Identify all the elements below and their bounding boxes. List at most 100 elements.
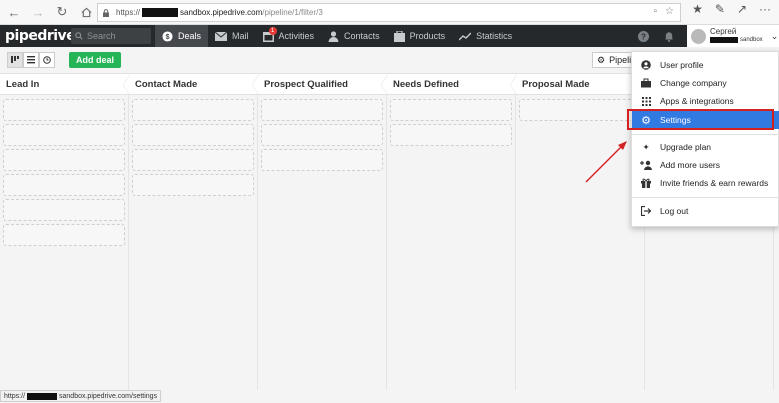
stage-header: Needs Defined xyxy=(387,74,517,95)
add-user-icon xyxy=(640,160,652,170)
menu-item-add-more-users[interactable]: Add more users xyxy=(632,156,779,174)
url-prefix: https:// xyxy=(116,8,141,17)
lock-icon xyxy=(103,8,109,17)
user-circle-icon xyxy=(640,60,652,70)
menu-item-apps-integrations[interactable]: Apps & integrations xyxy=(632,92,779,110)
pipeline-view-icon[interactable] xyxy=(7,52,23,68)
deal-drop-slot[interactable] xyxy=(3,149,125,171)
search-placeholder: Search xyxy=(87,31,116,41)
nav-contacts-label: Contacts xyxy=(344,31,380,41)
stage-header: Proposal Made xyxy=(516,74,646,95)
pipeline-selector[interactable]: ⚙ Pipeline xyxy=(592,52,636,68)
box-icon xyxy=(393,30,405,42)
nav-activities[interactable]: 1 Activities xyxy=(256,25,322,47)
dollar-icon: $ xyxy=(162,30,173,42)
url-host: sandbox.pipedrive.com xyxy=(180,8,263,17)
deal-drop-slot[interactable] xyxy=(3,99,125,121)
menu-item-label: Change company xyxy=(660,78,727,88)
screen: { "browser": { "url_prefix": "https://",… xyxy=(0,0,779,403)
menu-item-label: Invite friends & earn rewards xyxy=(660,178,769,188)
user-menu-trigger[interactable]: Сергей sandbox ⌄ xyxy=(687,25,779,47)
pen-icon[interactable]: ✎ xyxy=(715,2,725,16)
nav-products[interactable]: Products xyxy=(387,25,453,47)
nav-products-label: Products xyxy=(409,31,446,41)
deal-drop-slot[interactable] xyxy=(132,174,254,196)
menu-item-label: Log out xyxy=(660,206,689,216)
grid-icon xyxy=(640,96,652,106)
deal-drop-slot[interactable] xyxy=(3,224,125,246)
redacted-block xyxy=(27,392,58,400)
trend-icon xyxy=(459,32,472,41)
deal-drop-slot[interactable] xyxy=(3,199,125,221)
redacted-block xyxy=(710,37,738,43)
deal-drop-slot[interactable] xyxy=(132,124,254,146)
nav-activities-label: Activities xyxy=(278,31,315,41)
stage-column xyxy=(0,95,129,390)
bell-icon[interactable] xyxy=(661,28,677,44)
refresh-icon[interactable]: ↻ xyxy=(52,2,72,22)
stage-header: Contact Made xyxy=(129,74,259,95)
nav-mail[interactable]: Mail xyxy=(208,25,256,47)
help-icon[interactable]: ? xyxy=(635,28,651,44)
menu-item-change-company[interactable]: Change company xyxy=(632,74,779,92)
address-bar[interactable]: https:// sandbox.pipedrive.com /pipeline… xyxy=(97,3,681,22)
menu-item-log-out[interactable]: Log out xyxy=(632,202,779,220)
deal-drop-slot[interactable] xyxy=(3,174,125,196)
status-url-prefix: https:// xyxy=(4,392,26,400)
annotation-arrow-icon xyxy=(585,141,627,183)
deal-drop-slot[interactable] xyxy=(3,124,125,146)
favorites-bar-icon[interactable]: ★ xyxy=(692,2,703,16)
forecast-view-icon[interactable] xyxy=(39,52,55,68)
search-input[interactable]: Search xyxy=(71,28,151,44)
deal-drop-slot[interactable] xyxy=(132,149,254,171)
list-view-icon[interactable] xyxy=(23,52,39,68)
menu-item-label: Apps & integrations xyxy=(660,96,734,106)
logout-icon xyxy=(640,206,652,216)
menu-item-label: User profile xyxy=(660,60,704,70)
gear-icon: ⚙ xyxy=(597,54,606,65)
nav-deals-label: Deals xyxy=(178,31,202,41)
reader-view-icon[interactable]: ▫ xyxy=(653,6,657,17)
user-dropdown-menu: User profile Change company Apps & integ… xyxy=(631,51,779,227)
redacted-block xyxy=(142,8,179,17)
nav-deals[interactable]: $ Deals xyxy=(155,25,209,47)
deal-drop-slot[interactable] xyxy=(390,124,512,146)
menu-item-label: Upgrade plan xyxy=(660,142,712,152)
sparkle-icon: ✦ xyxy=(642,141,650,152)
menu-item-user-profile[interactable]: User profile xyxy=(632,56,779,74)
deal-drop-slot[interactable] xyxy=(261,99,383,121)
menu-item-invite-friends[interactable]: Invite friends & earn rewards xyxy=(632,174,779,192)
nav-contacts[interactable]: Contacts xyxy=(321,25,387,47)
stage-column xyxy=(387,95,516,390)
share-icon[interactable]: ↗ xyxy=(737,2,747,16)
stage-column xyxy=(258,95,387,390)
home-icon[interactable] xyxy=(76,2,96,22)
nav-statistics[interactable]: Statistics xyxy=(452,25,519,47)
main-nav: $ Deals Mail 1 Activities Contacts Produ… xyxy=(155,25,519,47)
deal-drop-slot[interactable] xyxy=(261,149,383,171)
activities-badge: 1 xyxy=(268,27,277,35)
view-switcher xyxy=(7,52,55,68)
mail-icon xyxy=(215,31,228,41)
search-icon xyxy=(75,32,83,40)
nav-mail-label: Mail xyxy=(232,31,249,41)
chevron-down-icon: ⌄ xyxy=(770,30,779,41)
deal-drop-slot[interactable] xyxy=(390,99,512,121)
favorite-star-icon[interactable]: ☆ xyxy=(665,6,674,17)
forward-arrow-icon[interactable]: → xyxy=(28,2,48,22)
pipedrive-logo[interactable]: pipedrive xyxy=(5,28,76,44)
deal-drop-slot[interactable] xyxy=(132,99,254,121)
menu-item-upgrade-plan[interactable]: ✦ Upgrade plan xyxy=(632,138,779,156)
app-header: pipedrive Search $ Deals Mail 1 Activiti… xyxy=(0,25,779,47)
back-arrow-icon[interactable]: ← xyxy=(4,2,24,22)
menu-divider xyxy=(632,197,779,198)
svg-text:$: $ xyxy=(165,31,169,40)
user-name: Сергей xyxy=(710,27,737,36)
deal-drop-slot[interactable] xyxy=(261,124,383,146)
add-deal-button[interactable]: Add deal xyxy=(69,52,122,68)
company-suffix: sandbox xyxy=(740,37,763,43)
more-icon[interactable]: ··· xyxy=(759,2,771,16)
briefcase-icon xyxy=(640,78,652,88)
deal-drop-slot[interactable] xyxy=(519,99,641,121)
avatar xyxy=(691,28,706,44)
